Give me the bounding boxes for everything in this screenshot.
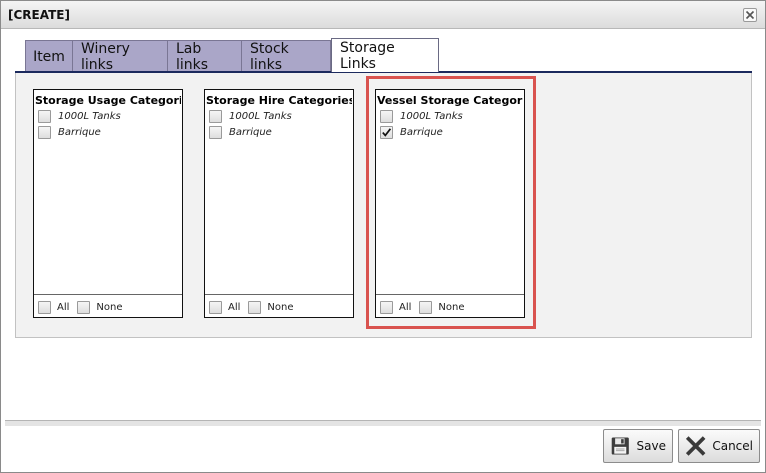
list-item: 1000L Tanks [209,110,292,123]
cancel-button[interactable]: Cancel [678,429,760,463]
select-none-label: None [267,301,294,313]
title-bar: [CREATE] [1,1,765,29]
tab-label: Lab links [176,40,209,73]
list-title: Storage Usage Categories [35,94,181,107]
floppy-disk-icon [611,437,629,455]
storage-hire-categories-list: Storage Hire Categories 1000L Tanks Barr… [204,89,354,318]
select-all-checkbox[interactable] [38,300,51,314]
select-none-label: None [96,301,123,313]
select-all-checkbox[interactable] [209,300,222,314]
tab-winery-links[interactable]: Winery links [72,40,168,73]
tab-label: Item [33,48,65,65]
close-icon [745,10,755,20]
item-checkbox[interactable] [209,126,222,139]
dialog-title: [CREATE] [8,8,70,22]
tab-stock-links[interactable]: Stock links [241,40,331,73]
save-label: Save [636,439,666,453]
item-checkbox[interactable] [38,110,51,123]
list-item: Barrique [38,126,101,139]
tab-label: Stock links [250,40,289,73]
tab-storage-links[interactable]: Storage Links [331,38,439,72]
storage-usage-categories-list: Storage Usage Categories 1000L Tanks Bar… [33,89,183,318]
list-footer: All None [38,300,131,314]
select-none-checkbox[interactable] [77,300,91,314]
close-button[interactable] [743,8,757,22]
cancel-label: Cancel [712,439,753,453]
list-footer: All None [209,300,302,314]
highlight-box [366,76,536,329]
tab-label: Storage Links [340,39,395,72]
item-label: 1000L Tanks [229,111,292,122]
tab-label: Winery links [81,40,130,73]
item-label: Barrique [229,127,272,138]
create-dialog: [CREATE] Item Winery links Lab links Sto… [0,0,766,473]
list-item: 1000L Tanks [38,110,121,123]
list-title: Storage Hire Categories [206,94,352,107]
list-item: Barrique [209,126,272,139]
tab-lab-links[interactable]: Lab links [167,40,242,73]
save-button[interactable]: Save [603,429,673,463]
x-icon [685,436,706,456]
tab-bar: Item Winery links Lab links Stock links … [25,38,745,73]
select-all-label: All [228,301,241,313]
item-label: Barrique [58,127,101,138]
list-footer-divider [205,294,353,295]
tab-item[interactable]: Item [25,40,73,72]
item-checkbox[interactable] [209,110,222,123]
list-footer-divider [34,294,182,295]
item-checkbox[interactable] [38,126,51,139]
item-label: 1000L Tanks [58,111,121,122]
select-none-checkbox[interactable] [248,300,262,314]
select-all-label: All [57,301,70,313]
button-bar-divider [5,420,761,426]
